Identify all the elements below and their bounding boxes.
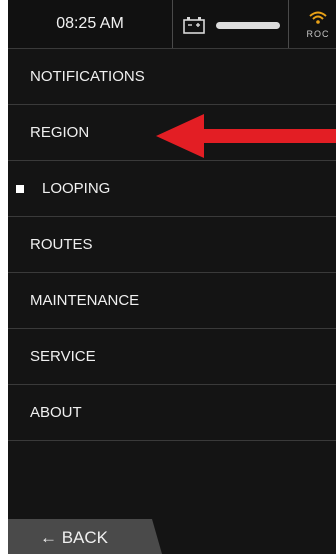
menu-item-label: LOOPING <box>42 180 111 197</box>
device-screen: 08:25 AM ROC NOTIFICATIONS REGION LOOPIN… <box>8 0 336 554</box>
selected-indicator-icon <box>16 185 24 193</box>
menu-item-notifications[interactable]: NOTIFICATIONS <box>8 49 336 105</box>
menu-item-label: SERVICE <box>30 348 96 365</box>
back-button-label[interactable]: ← BACK <box>40 528 108 548</box>
annotation-arrow-icon <box>156 114 336 158</box>
status-divider <box>288 0 289 48</box>
menu-item-looping[interactable]: LOOPING <box>8 161 336 217</box>
wifi-signal-icon <box>309 11 327 24</box>
menu-item-service[interactable]: SERVICE <box>8 329 336 385</box>
menu-item-label: REGION <box>30 124 90 141</box>
menu-item-label: ROUTES <box>30 236 93 253</box>
menu-item-routes[interactable]: ROUTES <box>8 217 336 273</box>
battery-level-bar <box>216 22 280 29</box>
menu-item-label: ABOUT <box>30 404 82 421</box>
menu-item-about[interactable]: ABOUT <box>8 385 336 441</box>
status-bar: 08:25 AM ROC <box>8 0 336 49</box>
battery-icon <box>183 17 205 34</box>
network-label: ROC <box>306 29 330 39</box>
menu-item-label: MAINTENANCE <box>30 292 140 309</box>
menu-item-maintenance[interactable]: MAINTENANCE <box>8 273 336 329</box>
menu-item-label: NOTIFICATIONS <box>30 68 145 85</box>
settings-menu: NOTIFICATIONS REGION LOOPING ROUTES MAIN… <box>8 49 336 441</box>
clock-time: 08:25 AM <box>8 0 173 48</box>
